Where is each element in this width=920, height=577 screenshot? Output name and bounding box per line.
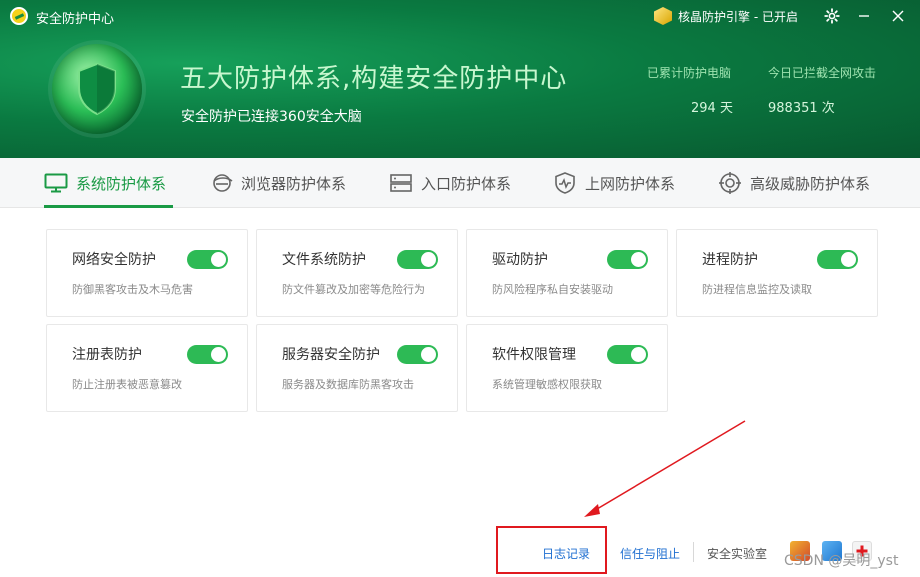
card-title: 进程防护 bbox=[702, 252, 758, 268]
monitor-icon bbox=[44, 173, 68, 193]
card-network-protection: 网络安全防护 防御黑客攻击及木马危害 bbox=[46, 229, 248, 317]
registry-protection-toggle[interactable] bbox=[187, 345, 228, 364]
software-permission-toggle[interactable] bbox=[607, 345, 648, 364]
engine-cube-icon bbox=[654, 7, 672, 25]
card-description: 防进程信息监控及读取 bbox=[702, 283, 812, 296]
security-center-window: 安全防护中心 核晶防护引擎 - 已开启 五大防护体系,构建安全防护中心 安全防护… bbox=[0, 0, 920, 577]
server-protection-toggle[interactable] bbox=[397, 345, 438, 364]
title-bar: 安全防护中心 核晶防护引擎 - 已开启 bbox=[0, 0, 920, 32]
tab-label: 高级威胁防护体系 bbox=[750, 174, 871, 193]
card-title: 驱动防护 bbox=[492, 252, 548, 268]
stat-protected-days-value: 294 天 bbox=[691, 101, 733, 116]
card-title: 网络安全防护 bbox=[72, 252, 156, 268]
shield-pulse-icon bbox=[555, 172, 575, 194]
process-protection-toggle[interactable] bbox=[817, 250, 858, 269]
annotation-highlight-box bbox=[496, 526, 607, 574]
app-logo-icon bbox=[10, 7, 28, 25]
card-description: 防御黑客攻击及木马危害 bbox=[72, 283, 193, 296]
stat-blocked-attacks-value: 988351 次 bbox=[768, 101, 835, 116]
active-tab-indicator bbox=[44, 205, 173, 208]
headline: 五大防护体系,构建安全防护中心 bbox=[180, 64, 568, 94]
stat-blocked-attacks-label: 今日已拦截全网攻击 bbox=[768, 66, 877, 80]
shield-emblem bbox=[52, 44, 142, 134]
card-registry-protection: 注册表防护 防止注册表被恶意篡改 bbox=[46, 324, 248, 412]
footer-divider bbox=[693, 542, 694, 562]
card-description: 系统管理敏感权限获取 bbox=[492, 378, 602, 391]
driver-protection-toggle[interactable] bbox=[607, 250, 648, 269]
card-title: 软件权限管理 bbox=[492, 347, 576, 363]
card-software-permission: 软件权限管理 系统管理敏感权限获取 bbox=[466, 324, 668, 412]
tab-label: 系统防护体系 bbox=[76, 174, 167, 193]
card-process-protection: 进程防护 防进程信息监控及读取 bbox=[676, 229, 878, 317]
tab-label: 上网防护体系 bbox=[585, 174, 676, 193]
card-description: 防文件篡改及加密等危险行为 bbox=[282, 283, 425, 296]
target-icon bbox=[719, 172, 741, 194]
trust-block-link[interactable]: 信任与阻止 bbox=[620, 545, 680, 562]
watermark: CSDN @吴明_yst bbox=[784, 553, 899, 569]
filesystem-protection-toggle[interactable] bbox=[397, 250, 438, 269]
card-title: 注册表防护 bbox=[72, 347, 142, 363]
minimize-icon[interactable] bbox=[852, 4, 876, 28]
security-lab-link[interactable]: 安全实验室 bbox=[707, 545, 767, 562]
browser-icon bbox=[213, 174, 233, 192]
card-title: 服务器安全防护 bbox=[282, 347, 380, 363]
engine-status-button[interactable]: 核晶防护引擎 - 已开启 bbox=[654, 5, 798, 27]
tab-browser-protection[interactable]: 浏览器防护体系 bbox=[211, 158, 346, 208]
header-banner: 安全防护中心 核晶防护引擎 - 已开启 五大防护体系,构建安全防护中心 安全防护… bbox=[0, 0, 920, 158]
card-description: 服务器及数据库防黑客攻击 bbox=[282, 378, 414, 391]
card-filesystem-protection: 文件系统防护 防文件篡改及加密等危险行为 bbox=[256, 229, 458, 317]
engine-status-label: 核晶防护引擎 - 已开启 bbox=[678, 9, 798, 24]
tab-label: 入口防护体系 bbox=[421, 174, 512, 193]
tab-entry-protection[interactable]: 入口防护体系 bbox=[389, 158, 511, 208]
server-icon bbox=[390, 174, 412, 192]
card-description: 防止注册表被恶意篡改 bbox=[72, 378, 182, 391]
card-server-protection: 服务器安全防护 服务器及数据库防黑客攻击 bbox=[256, 324, 458, 412]
protection-tabs: 系统防护体系 浏览器防护体系 入口防护体系 上网防护体系 高级威胁防护体系 bbox=[0, 158, 920, 208]
shield-icon bbox=[78, 62, 116, 116]
card-title: 文件系统防护 bbox=[282, 252, 366, 268]
card-driver-protection: 驱动防护 防风险程序私自安装驱动 bbox=[466, 229, 668, 317]
card-description: 防风险程序私自安装驱动 bbox=[492, 283, 613, 296]
window-title: 安全防护中心 bbox=[36, 12, 115, 27]
tab-internet-protection[interactable]: 上网防护体系 bbox=[553, 158, 675, 208]
tab-advanced-threat-protection[interactable]: 高级威胁防护体系 bbox=[718, 158, 870, 208]
tab-label: 浏览器防护体系 bbox=[241, 174, 347, 193]
close-icon[interactable] bbox=[886, 4, 910, 28]
connection-status: 安全防护已连接360安全大脑 bbox=[181, 109, 362, 125]
stat-protected-days-label: 已累计防护电脑 bbox=[647, 66, 732, 80]
network-protection-toggle[interactable] bbox=[187, 250, 228, 269]
settings-gear-icon[interactable] bbox=[820, 4, 844, 28]
tab-system-protection[interactable]: 系统防护体系 bbox=[44, 158, 166, 208]
